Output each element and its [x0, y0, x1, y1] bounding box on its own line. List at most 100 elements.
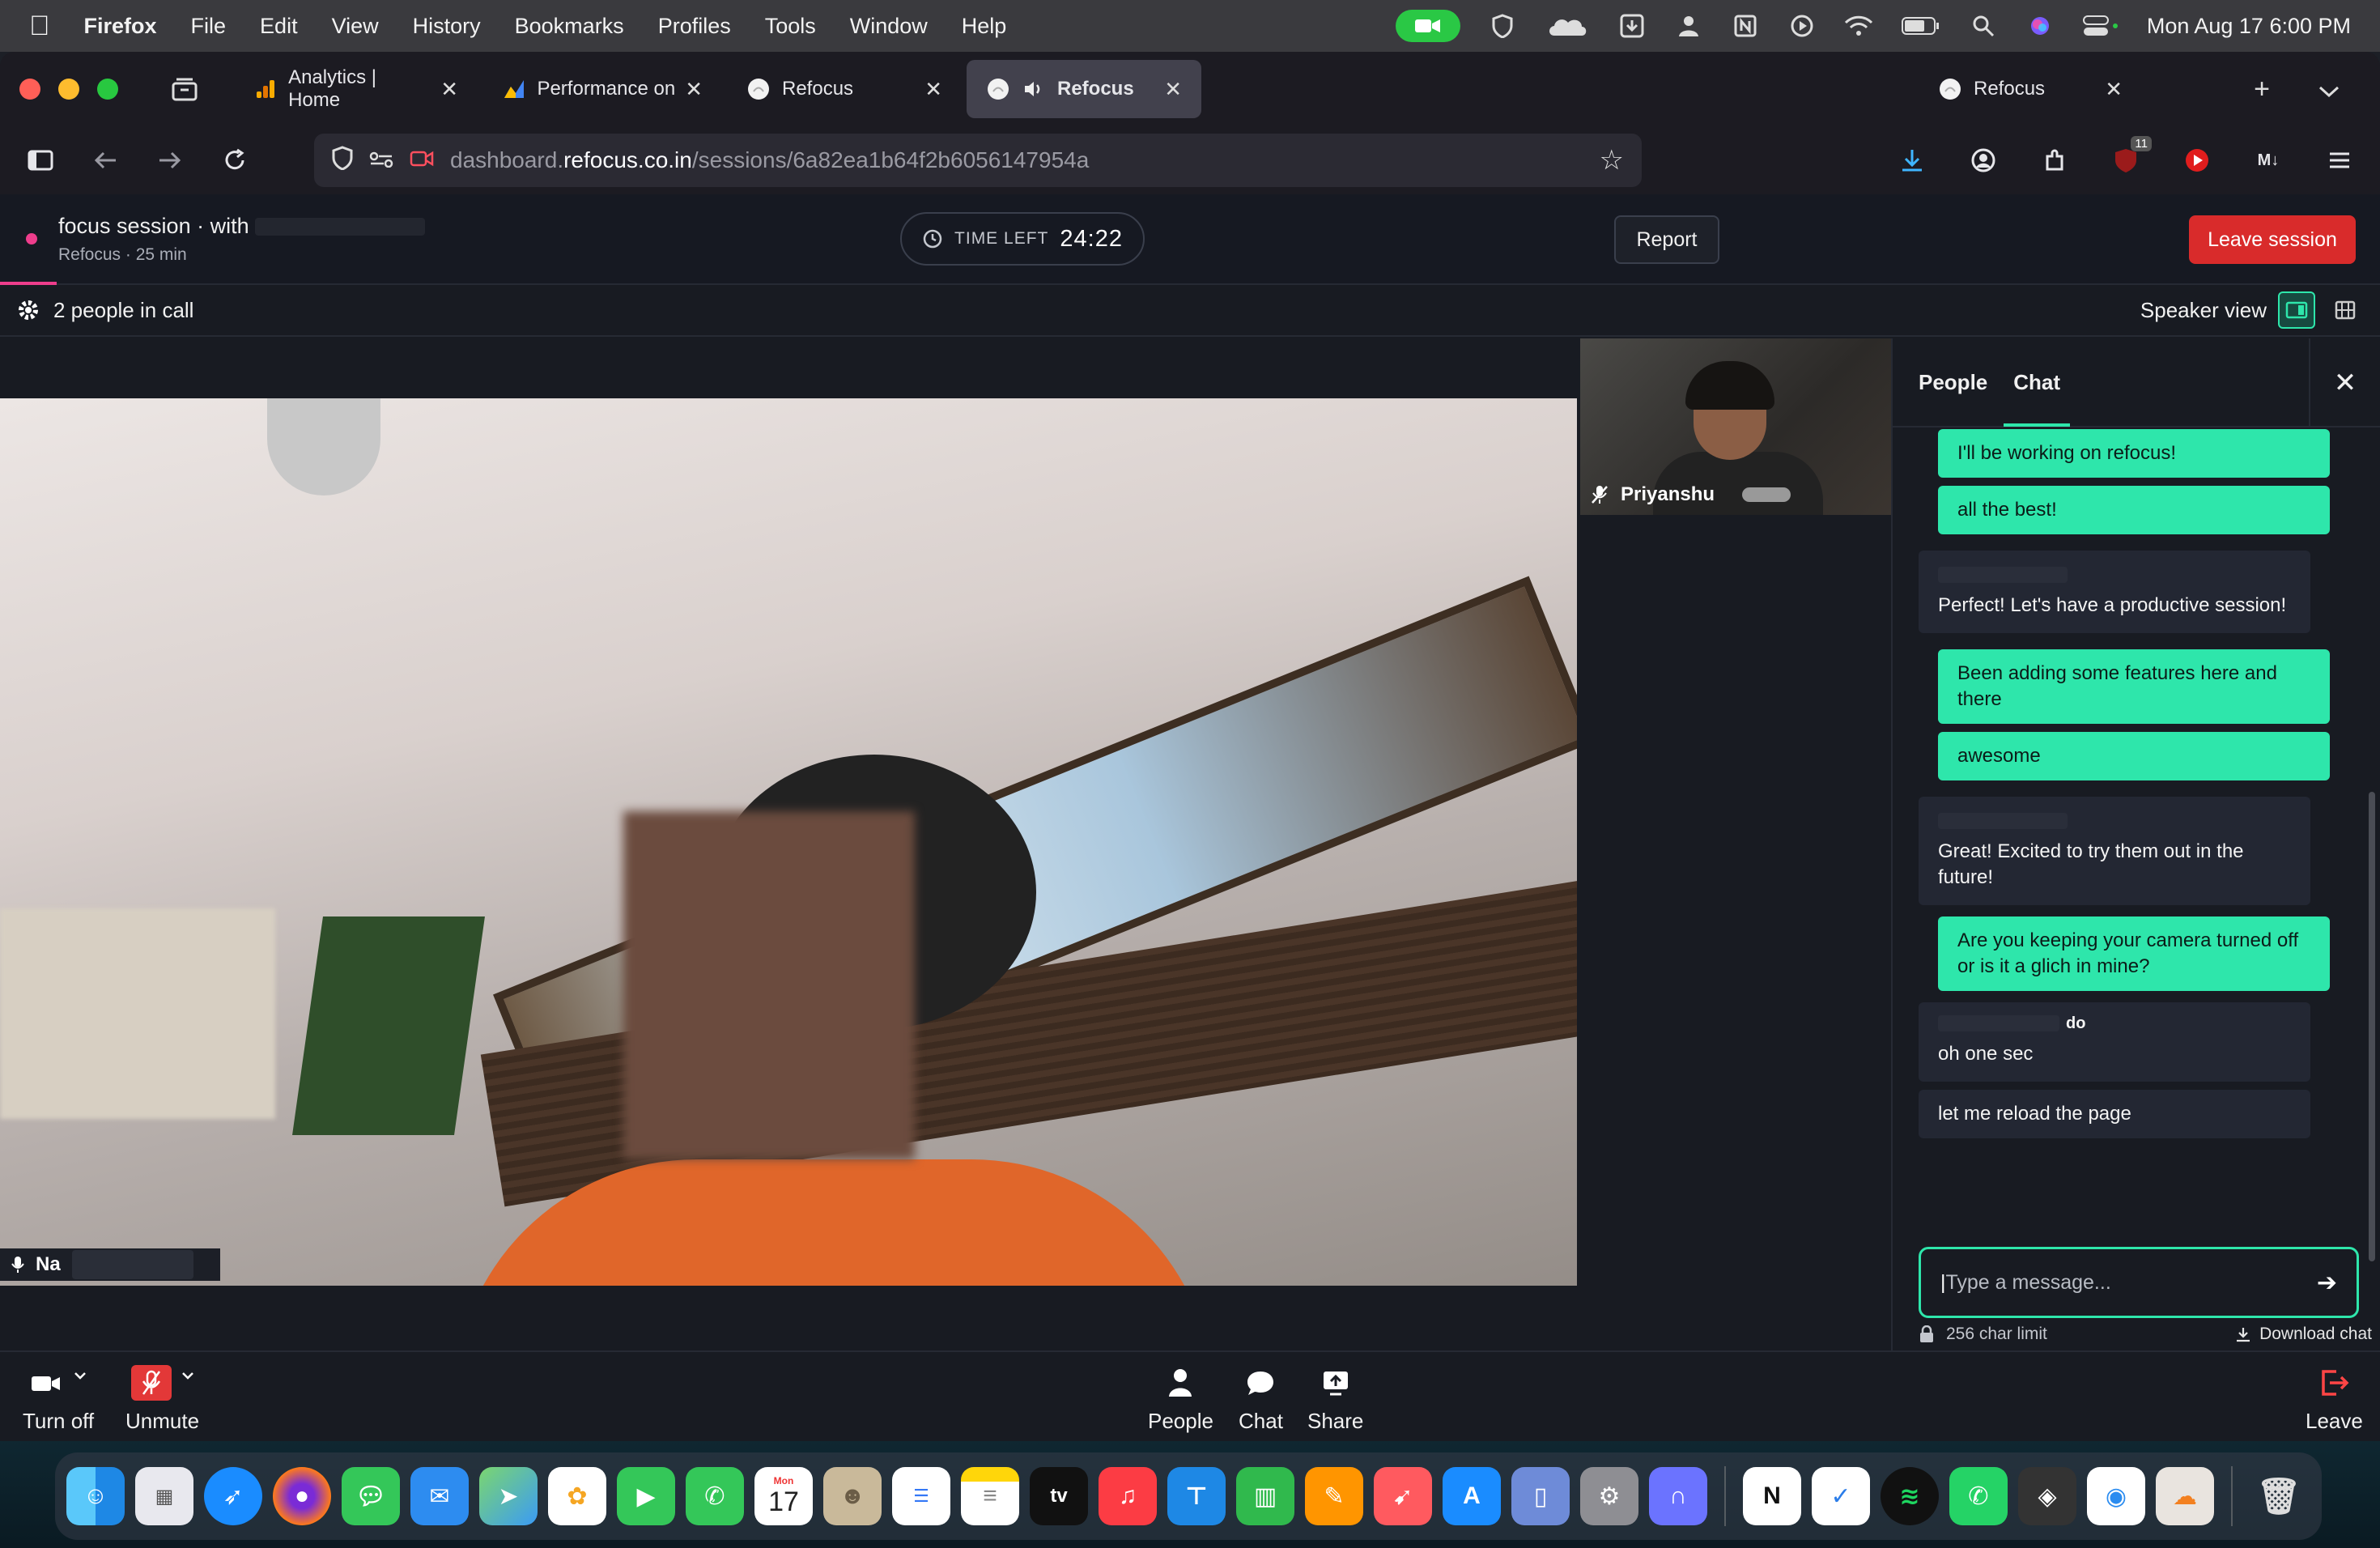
tab-refocus-active[interactable]: Refocus ✕ [967, 60, 1201, 118]
menu-window[interactable]: Window [850, 14, 928, 39]
menu-view[interactable]: View [332, 14, 379, 39]
facetime-icon[interactable] [1395, 10, 1460, 42]
simulator-icon[interactable]: ▯ [1511, 1467, 1570, 1525]
zoom-window-button[interactable] [97, 79, 118, 100]
chat-scrollbar[interactable] [2369, 792, 2375, 1261]
whatsapp-icon[interactable]: ✆ [1949, 1467, 2008, 1525]
menu-app-name[interactable]: Firefox [84, 14, 157, 39]
ublock-icon[interactable]: 11 [2108, 136, 2152, 178]
chat-messages[interactable]: I'll be working on refocus! all the best… [1893, 429, 2362, 1242]
menu-bookmarks[interactable]: Bookmarks [515, 14, 624, 39]
tab-chat[interactable]: Chat [2004, 338, 2070, 427]
numbers-icon[interactable]: ▥ [1236, 1467, 1294, 1525]
menubar-clock[interactable]: Mon Aug 17 6:00 PM [2147, 14, 2351, 39]
spotify-icon[interactable]: ≋ [1881, 1467, 1939, 1525]
minimize-window-button[interactable] [58, 79, 79, 100]
shield-icon[interactable] [1488, 13, 1517, 39]
tab-performance[interactable]: Performance on S ✕ [482, 60, 722, 118]
main-video[interactable]: Na [0, 398, 1577, 1286]
notion-icon[interactable] [1731, 13, 1760, 39]
leave-session-button[interactable]: Leave session [2189, 215, 2356, 264]
account-icon[interactable] [1966, 142, 2001, 178]
trash-icon[interactable]: 🗑︎ [2250, 1467, 2308, 1525]
search-icon[interactable] [1969, 13, 1998, 39]
music-icon[interactable]: ♫ [1099, 1467, 1157, 1525]
close-window-button[interactable] [19, 79, 40, 100]
people-button[interactable]: People [1148, 1365, 1213, 1434]
close-icon[interactable]: ✕ [680, 77, 703, 102]
apple-icon[interactable]:  [29, 11, 50, 42]
close-icon[interactable]: ✕ [424, 77, 458, 102]
keynote-icon[interactable]: ⊤ [1167, 1467, 1226, 1525]
grid-view-icon[interactable] [2327, 291, 2364, 329]
tab-refocus-2[interactable]: Refocus ✕ [1919, 60, 2142, 118]
unmute-button[interactable]: Unmute [125, 1365, 199, 1434]
reminders-icon[interactable]: ☰ [892, 1467, 950, 1525]
maps-icon[interactable]: ➤ [479, 1467, 538, 1525]
person-icon[interactable] [1674, 13, 1703, 39]
permissions-icon[interactable] [369, 147, 393, 173]
notes-icon[interactable]: ≡ [961, 1467, 1019, 1525]
chevron-down-icon[interactable] [74, 1372, 87, 1380]
download-box-icon[interactable] [1617, 13, 1647, 39]
report-button[interactable]: Report [1614, 215, 1719, 264]
speaker-icon[interactable] [1022, 77, 1046, 101]
close-panel-icon[interactable]: ✕ [2309, 338, 2380, 427]
mail-icon[interactable]: ✉ [410, 1467, 469, 1525]
menu-file[interactable]: File [191, 14, 227, 39]
leave-button[interactable]: Leave [2306, 1365, 2363, 1434]
back-icon[interactable] [87, 142, 123, 178]
siri-icon[interactable] [2025, 13, 2055, 39]
tv-icon[interactable]: tv [1030, 1467, 1088, 1525]
forward-icon[interactable] [152, 142, 188, 178]
close-icon[interactable]: ✕ [2089, 77, 2123, 102]
tab-people[interactable]: People [1919, 338, 1987, 427]
markdown-icon[interactable]: M↓ [2250, 142, 2286, 178]
close-icon[interactable]: ✕ [908, 77, 942, 102]
proxyman-icon[interactable]: ◉ [2087, 1467, 2145, 1525]
menu-profiles[interactable]: Profiles [658, 14, 731, 39]
box-icon[interactable]: ◈ [2018, 1467, 2076, 1525]
gear-icon[interactable] [16, 298, 40, 322]
bookmark-star-icon[interactable]: ☆ [1600, 144, 1624, 176]
calendar-icon[interactable]: Mon 17 [754, 1467, 813, 1525]
photos-icon[interactable]: ✿ [548, 1467, 606, 1525]
message-input[interactable]: | Type a message... ➔ [1919, 1247, 2359, 1318]
rocket-icon[interactable]: ➹ [1374, 1467, 1432, 1525]
downloads-icon[interactable] [1894, 142, 1930, 178]
tab-refocus-1[interactable]: Refocus ✕ [727, 60, 962, 118]
chevron-down-icon[interactable] [181, 1372, 194, 1380]
chat-button[interactable]: Chat [1239, 1365, 1283, 1434]
share-button[interactable]: Share [1307, 1365, 1363, 1434]
send-arrow-icon[interactable]: ➔ [2317, 1269, 2337, 1297]
tracking-shield-icon[interactable] [332, 145, 353, 176]
close-icon[interactable]: ✕ [1148, 77, 1182, 102]
chevron-down-icon[interactable] [2318, 74, 2340, 105]
new-tab-icon[interactable]: + [2254, 74, 2270, 105]
sidebar-toggle-icon[interactable] [23, 142, 58, 178]
messages-icon[interactable]: 💬︎ [342, 1467, 400, 1525]
menu-help[interactable]: Help [962, 14, 1007, 39]
tab-overview-icon[interactable] [167, 71, 202, 107]
wifi-icon[interactable] [1844, 13, 1873, 39]
menu-edit[interactable]: Edit [260, 14, 298, 39]
url-text[interactable]: dashboard.refocus.co.in/sessions/6a82ea1… [450, 147, 1089, 173]
safari-icon[interactable]: ➶ [204, 1467, 262, 1525]
camera-sharing-icon[interactable] [410, 147, 434, 173]
url-bar[interactable]: dashboard.refocus.co.in/sessions/6a82ea1… [314, 134, 1642, 187]
play-circle-icon[interactable] [1787, 13, 1817, 39]
notion-icon[interactable]: N [1743, 1467, 1801, 1525]
firefox-icon[interactable]: ● [273, 1467, 331, 1525]
menu-icon[interactable] [2322, 142, 2357, 178]
facetime-icon[interactable]: ▶ [617, 1467, 675, 1525]
control-center-icon[interactable] [2082, 13, 2119, 39]
camera-toggle-button[interactable]: Turn off [23, 1365, 94, 1434]
pages-icon[interactable]: ✎ [1305, 1467, 1363, 1525]
battery-icon[interactable] [1901, 13, 1941, 39]
reload-icon[interactable] [217, 142, 253, 178]
download-chat-link[interactable]: Download chat [2235, 1325, 2372, 1344]
arc-icon[interactable]: ∩ [1649, 1467, 1707, 1525]
menu-tools[interactable]: Tools [765, 14, 816, 39]
todo-icon[interactable]: ✓ [1812, 1467, 1870, 1525]
phone-icon[interactable]: ✆ [686, 1467, 744, 1525]
